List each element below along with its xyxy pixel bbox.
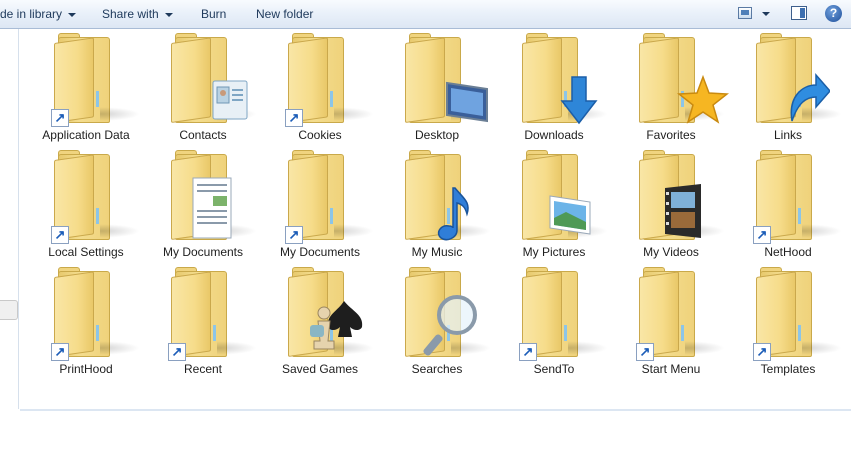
- folder-label: Links: [773, 128, 802, 142]
- folder-label: My Pictures: [522, 245, 586, 259]
- downloads-folder-icon: [522, 33, 608, 125]
- folder-item[interactable]: My Music: [381, 146, 493, 260]
- chevron-down-icon: [164, 12, 173, 17]
- folder-label: Application Data: [42, 128, 130, 142]
- shortcut-arrow-icon: ↗: [636, 343, 654, 361]
- folder-item[interactable]: ↗ Templates: [732, 263, 844, 377]
- music-folder-icon: [405, 150, 491, 241]
- folder-label: My Documents: [279, 245, 361, 259]
- pictures-folder-icon: [522, 150, 608, 240]
- share-with-label: Share with: [102, 7, 159, 21]
- burn-label: Burn: [201, 7, 227, 21]
- favorites-folder-icon: [639, 33, 729, 124]
- folder-label: Desktop: [414, 128, 460, 142]
- folder-item[interactable]: Contacts: [147, 29, 259, 143]
- searches-folder-icon: [405, 267, 491, 357]
- folder-item[interactable]: ↗ Recent: [147, 263, 259, 377]
- include-in-library-button[interactable]: de in library: [0, 0, 77, 28]
- share-with-button[interactable]: Share with: [102, 0, 173, 28]
- shortcut-arrow-icon: ↗: [519, 343, 537, 361]
- folder-item[interactable]: Desktop: [381, 29, 493, 143]
- folder-item[interactable]: My Documents: [147, 146, 259, 260]
- shortcut-arrow-icon: ↗: [285, 226, 303, 244]
- folder-label: Contacts: [179, 128, 227, 142]
- folder-item[interactable]: Downloads: [498, 29, 610, 143]
- shortcut-arrow-icon: ↗: [753, 343, 771, 361]
- burn-button[interactable]: Burn: [201, 0, 226, 28]
- shortcut-arrow-icon: ↗: [285, 109, 303, 127]
- help-glyph: ?: [829, 6, 838, 20]
- folder-item[interactable]: ↗ Cookies: [264, 29, 376, 143]
- help-icon[interactable]: ?: [825, 5, 842, 22]
- folder-label: Favorites: [646, 128, 696, 142]
- folder-item[interactable]: Favorites: [615, 29, 729, 143]
- preview-pane-icon[interactable]: [791, 6, 807, 20]
- folder-label: Recent: [183, 362, 223, 376]
- folder-item[interactable]: ↗ PrintHood: [30, 263, 142, 377]
- documents-folder-icon: [171, 150, 257, 240]
- folder-label: NetHood: [764, 245, 812, 259]
- folder-label: Local Settings: [48, 245, 124, 259]
- folder-item[interactable]: Searches: [381, 263, 493, 377]
- folder-item[interactable]: My Videos: [615, 146, 727, 260]
- folder-label: SendTo: [533, 362, 575, 376]
- folder-item[interactable]: ↗ NetHood: [732, 146, 844, 260]
- include-in-library-label: de in library: [0, 7, 63, 21]
- command-bar: de in library Share with Burn New folder…: [0, 0, 851, 29]
- folder-label: PrintHood: [59, 362, 113, 376]
- folder-label: My Documents: [162, 245, 244, 259]
- folder-item[interactable]: Saved Games: [264, 263, 376, 377]
- file-list-view[interactable]: ↗ Application Data Contacts ↗ Cookies Desktop…: [20, 29, 851, 409]
- change-view-icon[interactable]: [738, 7, 752, 19]
- shortcut-arrow-icon: ↗: [168, 343, 186, 361]
- folder-item[interactable]: ↗ Start Menu: [615, 263, 727, 377]
- status-divider: [20, 409, 851, 411]
- new-folder-button[interactable]: New folder: [256, 0, 313, 28]
- navigation-pane[interactable]: [0, 29, 19, 409]
- navigation-pane-scroll-handle[interactable]: [0, 300, 18, 320]
- folder-item[interactable]: My Pictures: [498, 146, 610, 260]
- folder-label: Cookies: [298, 128, 342, 142]
- shortcut-arrow-icon: ↗: [753, 226, 771, 244]
- folder-label: Searches: [411, 362, 463, 376]
- folder-label: My Videos: [643, 245, 699, 259]
- more-views-chevron-icon[interactable]: [762, 12, 770, 16]
- chevron-down-icon: [68, 12, 77, 17]
- folder-label: My Music: [411, 245, 463, 259]
- shortcut-arrow-icon: ↗: [51, 343, 69, 361]
- folder-label: Downloads: [524, 128, 584, 142]
- desktop-folder-icon: [405, 33, 491, 123]
- folder-item[interactable]: ↗ Local Settings: [30, 146, 142, 260]
- folder-item[interactable]: ↗ Application Data: [30, 29, 142, 143]
- folder-item[interactable]: ↗ My Documents: [264, 146, 376, 260]
- folder-label: Saved Games: [281, 362, 359, 376]
- shortcut-arrow-icon: ↗: [51, 226, 69, 244]
- folder-label: Start Menu: [641, 362, 701, 376]
- folder-item[interactable]: ↗ SendTo: [498, 263, 610, 377]
- folder-item[interactable]: Links: [732, 29, 844, 143]
- videos-folder-icon: [639, 150, 725, 240]
- new-folder-label: New folder: [256, 7, 314, 21]
- contacts-folder-icon: [171, 33, 257, 123]
- links-folder-icon: [756, 33, 842, 123]
- shortcut-arrow-icon: ↗: [51, 109, 69, 127]
- saved-games-folder-icon: [288, 267, 374, 357]
- folder-label: Templates: [760, 362, 816, 376]
